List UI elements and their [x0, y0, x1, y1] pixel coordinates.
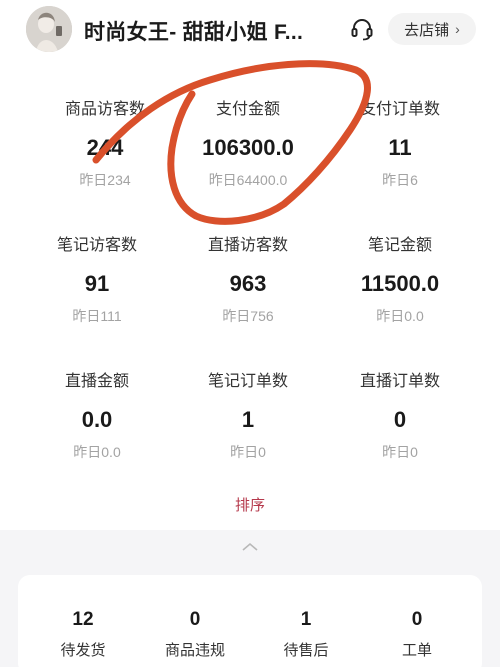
chevron-up-icon[interactable]	[240, 540, 260, 554]
order-label: 工单	[401, 642, 432, 659]
metric-value: 1	[241, 407, 255, 432]
metric-value: 0	[393, 407, 407, 432]
order-count: 12	[72, 609, 94, 630]
metric-yesterday: 昨日0.0	[376, 308, 424, 324]
order-pending-aftersale[interactable]: 1 待售后	[261, 609, 351, 660]
metric-value: 11	[388, 135, 412, 160]
headset-icon[interactable]	[349, 16, 375, 42]
order-label: 待发货	[60, 642, 106, 659]
metric-value: 91	[84, 271, 110, 296]
metric-value: 963	[229, 271, 267, 296]
metric-yesterday: 昨日234	[79, 172, 131, 188]
metric-label: 直播金额	[64, 373, 129, 390]
order-label: 待售后	[283, 642, 329, 659]
metric-payment-orders[interactable]: 支付订单数 11 昨日6	[320, 100, 480, 189]
metric-label: 支付金额	[215, 101, 280, 118]
metric-label: 直播访客数	[207, 237, 288, 254]
order-count: 1	[300, 609, 312, 630]
shop-header: 时尚女王- 甜甜小姐 F... 去店铺 ›	[0, 0, 500, 62]
metric-note-orders[interactable]: 笔记订单数 1 昨日0	[168, 372, 328, 461]
order-count: 0	[411, 609, 423, 630]
metric-value: 106300.0	[202, 135, 294, 160]
metric-value: 0.0	[81, 407, 113, 432]
metric-yesterday: 昨日6	[382, 172, 418, 188]
sort-button[interactable]: 排序	[0, 494, 500, 515]
metric-value: 11500.0	[360, 271, 440, 296]
go-to-store-label: 去店铺	[404, 21, 450, 39]
metric-yesterday: 昨日756	[222, 308, 274, 324]
metric-label: 支付订单数	[359, 101, 440, 118]
metric-note-visitors[interactable]: 笔记访客数 91 昨日111	[17, 236, 177, 325]
metric-label: 直播订单数	[359, 373, 440, 390]
metric-label: 笔记订单数	[207, 373, 288, 390]
metric-live-amount[interactable]: 直播金额 0.0 昨日0.0	[17, 372, 177, 461]
metric-note-amount[interactable]: 笔记金额 11500.0 昨日0.0	[320, 236, 480, 325]
order-product-violation[interactable]: 0 商品违规	[150, 609, 240, 660]
order-label: 商品违规	[164, 642, 225, 659]
shop-name: 时尚女王- 甜甜小姐 F...	[84, 21, 304, 44]
metric-product-visitors[interactable]: 商品访客数 244 昨日234	[25, 100, 185, 189]
avatar-photo	[26, 6, 72, 52]
metric-live-orders[interactable]: 直播订单数 0 昨日0	[320, 372, 480, 461]
order-pending-shipment[interactable]: 12 待发货	[38, 609, 128, 660]
go-to-store-button[interactable]: 去店铺 ›	[388, 13, 476, 45]
shop-avatar[interactable]	[26, 6, 72, 52]
metric-yesterday: 昨日111	[72, 308, 122, 324]
metric-payment-amount[interactable]: 支付金额 106300.0 昨日64400.0	[168, 100, 328, 189]
metric-label: 笔记访客数	[56, 237, 137, 254]
metric-yesterday: 昨日64400.0	[208, 172, 288, 188]
metric-yesterday: 昨日0	[230, 444, 266, 460]
order-count: 0	[189, 609, 201, 630]
metric-label: 商品访客数	[64, 101, 145, 118]
metric-yesterday: 昨日0	[382, 444, 418, 460]
metric-yesterday: 昨日0.0	[73, 444, 121, 460]
metric-label: 笔记金额	[367, 237, 432, 254]
metric-value: 244	[86, 135, 124, 160]
order-tickets[interactable]: 0 工单	[372, 609, 462, 660]
chevron-right-icon: ›	[455, 21, 460, 37]
metric-live-visitors[interactable]: 直播访客数 963 昨日756	[168, 236, 328, 325]
